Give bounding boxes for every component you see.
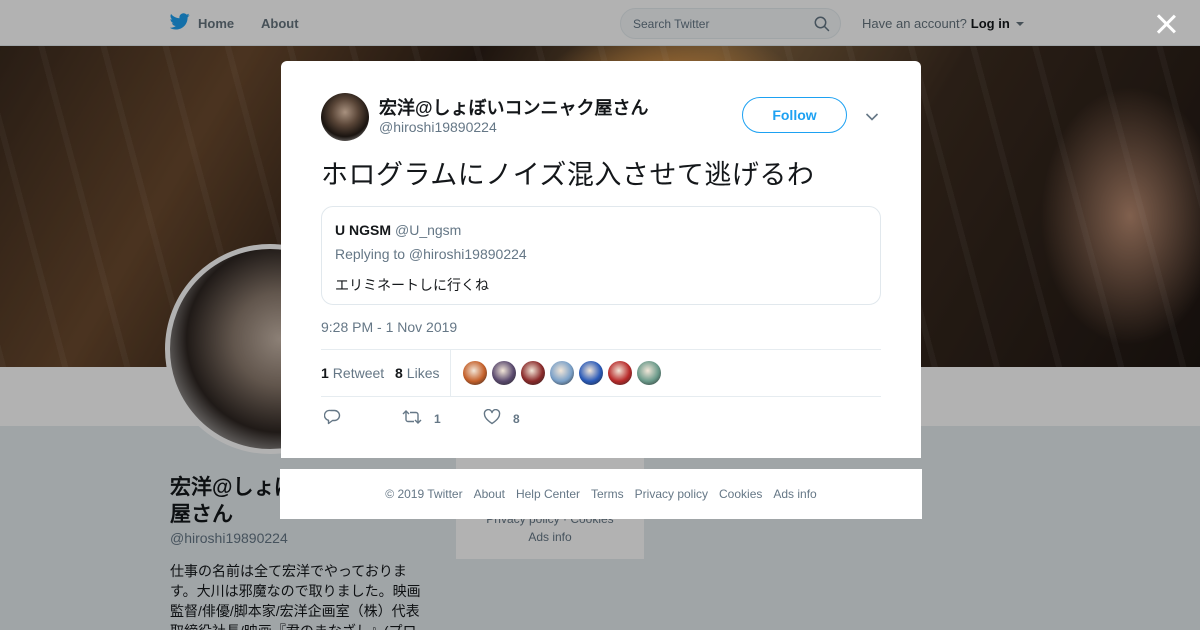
reply-icon	[323, 409, 341, 428]
like-button[interactable]: 8	[483, 408, 520, 428]
retweet-button[interactable]: 1	[402, 409, 441, 428]
chevron-down-icon[interactable]	[865, 109, 879, 121]
retweet-icon	[402, 409, 422, 428]
liker-avatar[interactable]	[550, 361, 574, 385]
retweet-count: 1	[321, 365, 329, 381]
quoted-text: エリミネートしに行くね	[335, 277, 489, 293]
likes-stat-label: Likes	[406, 365, 440, 381]
modal-footer: © 2019 Twitter About Help Center Terms P…	[280, 469, 922, 519]
close-icon[interactable]	[1155, 13, 1177, 35]
footer-copyright: © 2019 Twitter	[385, 487, 463, 501]
liker-avatar[interactable]	[579, 361, 603, 385]
footer-link-terms[interactable]: Terms	[591, 487, 624, 501]
liker-avatar[interactable]	[521, 361, 545, 385]
tweet-stats: 1 Retweet 8 Likes	[321, 349, 881, 397]
footer-link-ads-info[interactable]: Ads info	[773, 487, 816, 501]
footer-link-cookies[interactable]: Cookies	[719, 487, 762, 501]
footer-link-help-center[interactable]: Help Center	[516, 487, 580, 501]
reply-button[interactable]	[323, 409, 341, 428]
footer-link-about[interactable]: About	[474, 487, 505, 501]
author-name[interactable]: 宏洋@しょぼいコンニャク屋さん	[379, 94, 649, 120]
author-avatar[interactable]	[321, 93, 369, 141]
likes-count: 8	[395, 365, 403, 381]
tweet-modal: 宏洋@しょぼいコンニャク屋さん @hiroshi19890224 Follow …	[281, 61, 921, 458]
likes-stat[interactable]: 8 Likes	[395, 365, 439, 381]
tweet-timestamp[interactable]: 9:28 PM - 1 Nov 2019	[321, 319, 457, 335]
liker-avatar[interactable]	[608, 361, 632, 385]
tweet-text: ホログラムにノイズ混入させて逃げるわ	[321, 160, 815, 190]
liker-avatar[interactable]	[463, 361, 487, 385]
like-action-count: 8	[513, 411, 520, 426]
quoted-replying-to: Replying to @hiroshi19890224	[335, 246, 527, 262]
quoted-author-handle: @U_ngsm	[395, 222, 462, 238]
retweet-action-count: 1	[434, 411, 441, 426]
tweet-actions: 1 8	[321, 408, 721, 429]
footer-link-privacy[interactable]: Privacy policy	[635, 487, 708, 501]
follow-button[interactable]: Follow	[742, 97, 847, 133]
author-handle[interactable]: @hiroshi19890224	[379, 119, 497, 135]
quoted-tweet[interactable]: U NGSM @U_ngsm Replying to @hiroshi19890…	[321, 206, 881, 305]
quoted-author-name: U NGSM	[335, 222, 391, 238]
liker-avatar[interactable]	[637, 361, 661, 385]
retweet-stat-label: Retweet	[332, 365, 385, 381]
liker-avatars	[463, 361, 661, 385]
retweet-stat[interactable]: 1 Retweet	[321, 365, 384, 381]
heart-icon	[483, 408, 501, 428]
liker-avatar[interactable]	[492, 361, 516, 385]
